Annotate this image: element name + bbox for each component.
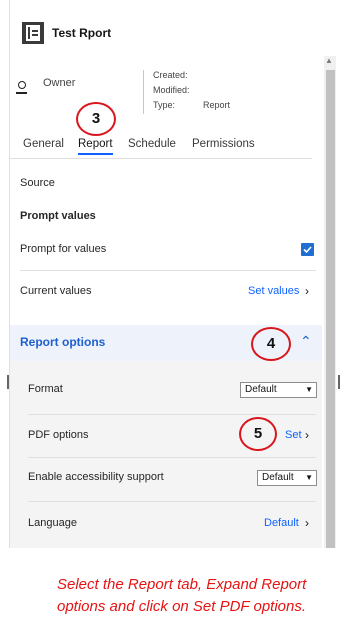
language-link[interactable]: Default bbox=[264, 517, 299, 529]
created-label: Created: bbox=[153, 70, 188, 80]
type-label: Type: bbox=[153, 100, 176, 110]
modified-label: Modified: bbox=[153, 85, 190, 95]
scrollbar-thumb[interactable] bbox=[326, 70, 335, 548]
accessibility-label: Enable accessibility support bbox=[28, 471, 164, 483]
type-value: Report bbox=[203, 100, 231, 110]
row-divider bbox=[28, 501, 316, 502]
row-divider bbox=[28, 414, 316, 415]
step-5-callout: 5 bbox=[239, 417, 277, 451]
chevron-right-icon: › bbox=[305, 516, 309, 530]
row-divider bbox=[28, 457, 316, 458]
source-label: Source bbox=[20, 177, 55, 189]
instruction-caption: Select the Report tab, Expand Report opt… bbox=[57, 576, 307, 615]
scroll-up-arrow-icon[interactable]: ▲ bbox=[325, 56, 333, 65]
prompt-for-values-checkbox[interactable] bbox=[301, 243, 314, 256]
chevron-up-icon[interactable]: ⌃ bbox=[300, 333, 312, 350]
step-4-callout: 4 bbox=[251, 327, 291, 361]
format-label: Format bbox=[28, 383, 63, 395]
report-title: Test Rport bbox=[52, 26, 112, 40]
tab-permissions[interactable]: Permissions bbox=[192, 138, 255, 150]
accessibility-select-value: Default bbox=[262, 472, 294, 483]
pdf-options-set-link[interactable]: Set bbox=[285, 429, 302, 441]
language-label: Language bbox=[28, 517, 77, 529]
report-options-heading: Report options bbox=[20, 335, 106, 349]
pdf-options-label: PDF options bbox=[28, 429, 89, 441]
prompt-values-heading: Prompt values bbox=[20, 210, 96, 222]
dropdown-arrow-icon: ▼ bbox=[305, 473, 313, 482]
meta-divider bbox=[143, 70, 144, 114]
tab-report[interactable]: Report bbox=[78, 138, 113, 155]
checkmark-icon bbox=[303, 246, 312, 254]
user-icon bbox=[15, 80, 29, 96]
set-values-link[interactable]: Set values bbox=[248, 285, 299, 297]
tab-general[interactable]: General bbox=[23, 138, 64, 150]
dropdown-arrow-icon: ▼ bbox=[305, 385, 313, 394]
resize-handle-right[interactable] bbox=[338, 375, 340, 389]
row-divider bbox=[20, 270, 316, 271]
accessibility-select[interactable]: Default ▼ bbox=[257, 470, 317, 486]
tabs-underline bbox=[10, 158, 312, 159]
format-select-value: Default bbox=[245, 384, 277, 395]
owner-label: Owner bbox=[43, 77, 76, 89]
step-3-callout: 3 bbox=[76, 102, 116, 136]
prompt-for-values-label: Prompt for values bbox=[20, 243, 107, 255]
format-select[interactable]: Default ▼ bbox=[240, 382, 317, 398]
chevron-right-icon: › bbox=[305, 284, 309, 298]
current-values-label: Current values bbox=[20, 285, 92, 297]
tab-schedule[interactable]: Schedule bbox=[128, 138, 176, 150]
chevron-right-icon: › bbox=[305, 428, 309, 442]
resize-handle-left[interactable] bbox=[7, 375, 9, 389]
report-icon bbox=[22, 22, 44, 44]
